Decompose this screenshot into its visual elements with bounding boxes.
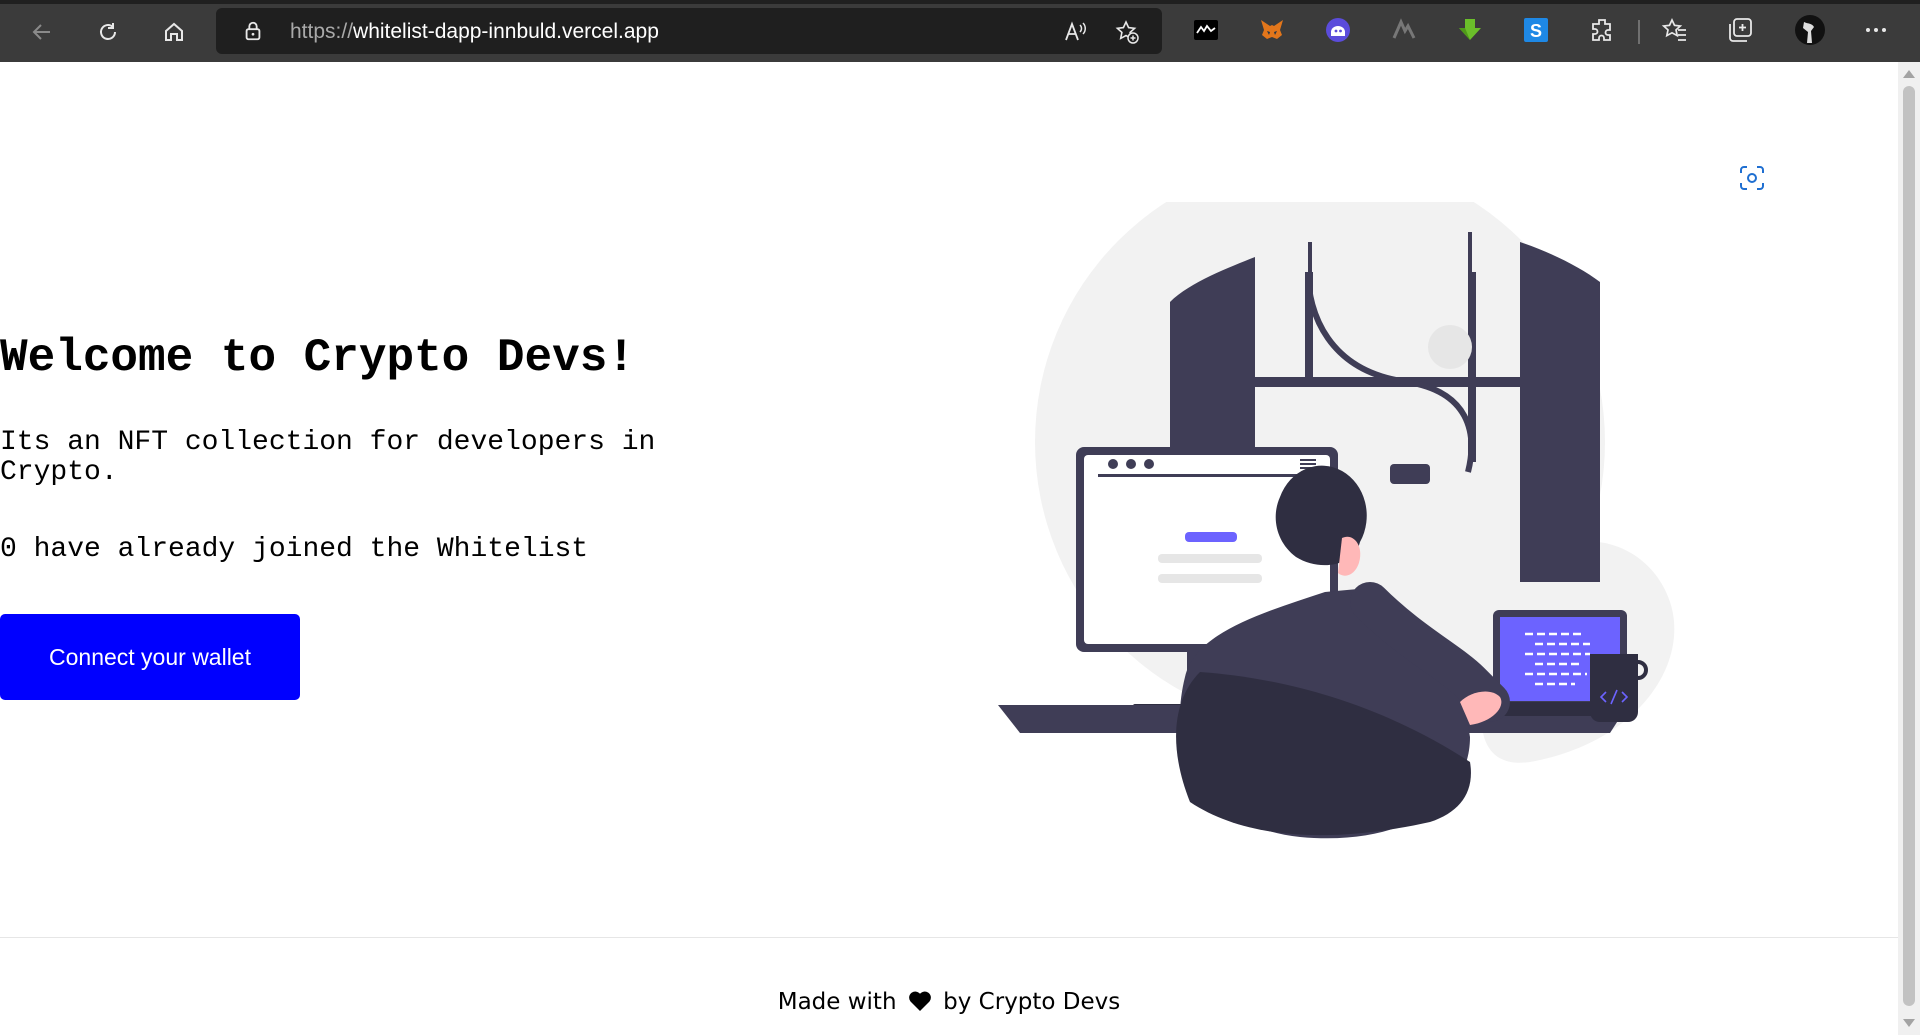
extension-ghost-icon[interactable]: [1324, 16, 1352, 44]
url-host: whitelist-dapp-innbuld.vercel.app: [353, 20, 659, 43]
lock-icon[interactable]: [242, 20, 264, 42]
page-viewport: Welcome to Crypto Devs! Its an NFT colle…: [0, 62, 1898, 1035]
collections-icon[interactable]: [1726, 16, 1754, 44]
favorites-icon[interactable]: [1660, 16, 1688, 44]
address-bar[interactable]: https://whitelist-dapp-innbuld.vercel.ap…: [216, 8, 1162, 54]
more-icon[interactable]: [1862, 16, 1890, 44]
extension-wave-icon[interactable]: [1192, 16, 1220, 44]
connect-wallet-button[interactable]: Connect your wallet: [0, 614, 300, 700]
footer-prefix: Made with: [777, 989, 897, 1015]
svg-text:S: S: [1530, 21, 1542, 41]
browser-toolbar: https://whitelist-dapp-innbuld.vercel.ap…: [0, 0, 1920, 62]
scroll-up-arrow[interactable]: [1903, 70, 1915, 78]
coffee-mug: [1590, 654, 1638, 722]
footer: Made with by Crypto Devs: [0, 989, 1898, 1015]
page-scrollbar[interactable]: [1898, 62, 1920, 1035]
monitor-accent-bar: [1185, 532, 1237, 542]
monitor-text-line-2: [1158, 574, 1262, 583]
url-text[interactable]: https://whitelist-dapp-innbuld.vercel.ap…: [290, 20, 659, 44]
monitor-toolbar-line: [1098, 474, 1320, 477]
scrollbar-thumb[interactable]: [1903, 86, 1915, 1006]
refresh-icon[interactable]: [88, 12, 128, 52]
developer-illustration: [998, 202, 1675, 839]
scroll-down-arrow[interactable]: [1903, 1019, 1915, 1027]
visual-search-icon[interactable]: [1738, 164, 1766, 192]
tab-strip-edge: [0, 0, 1920, 4]
footer-suffix: by Crypto Devs: [943, 989, 1121, 1015]
download-extension-icon[interactable]: [1456, 16, 1484, 44]
window-moon: [1428, 325, 1472, 369]
footer-divider: [0, 937, 1898, 938]
extension-a-icon[interactable]: [1390, 16, 1418, 44]
monitor-dot-1: [1108, 459, 1118, 469]
page-description: Its an NFT collection for developers in …: [0, 427, 656, 488]
extension-s-icon[interactable]: S: [1522, 16, 1550, 44]
monitor-text-line-1: [1158, 554, 1262, 563]
home-icon[interactable]: [154, 12, 194, 52]
read-aloud-icon[interactable]: [1062, 19, 1088, 45]
profile-avatar[interactable]: [1794, 14, 1826, 46]
extensions-icon[interactable]: [1588, 16, 1616, 44]
heart-icon: [908, 991, 931, 1011]
monitor-dot-2: [1126, 459, 1136, 469]
back-icon[interactable]: [22, 12, 62, 52]
add-favorite-icon[interactable]: [1114, 19, 1140, 45]
monitor-dot-3: [1144, 459, 1154, 469]
toolbar-separator: [1638, 20, 1640, 44]
window-frame-right: [1520, 242, 1600, 582]
lamp-top: [1390, 464, 1430, 484]
whitelist-count-text: 0 have already joined the Whitelist: [0, 534, 589, 565]
url-protocol: https://: [290, 20, 354, 43]
metamask-fox-icon[interactable]: [1258, 16, 1286, 44]
page-title: Welcome to Crypto Devs!: [0, 332, 635, 384]
